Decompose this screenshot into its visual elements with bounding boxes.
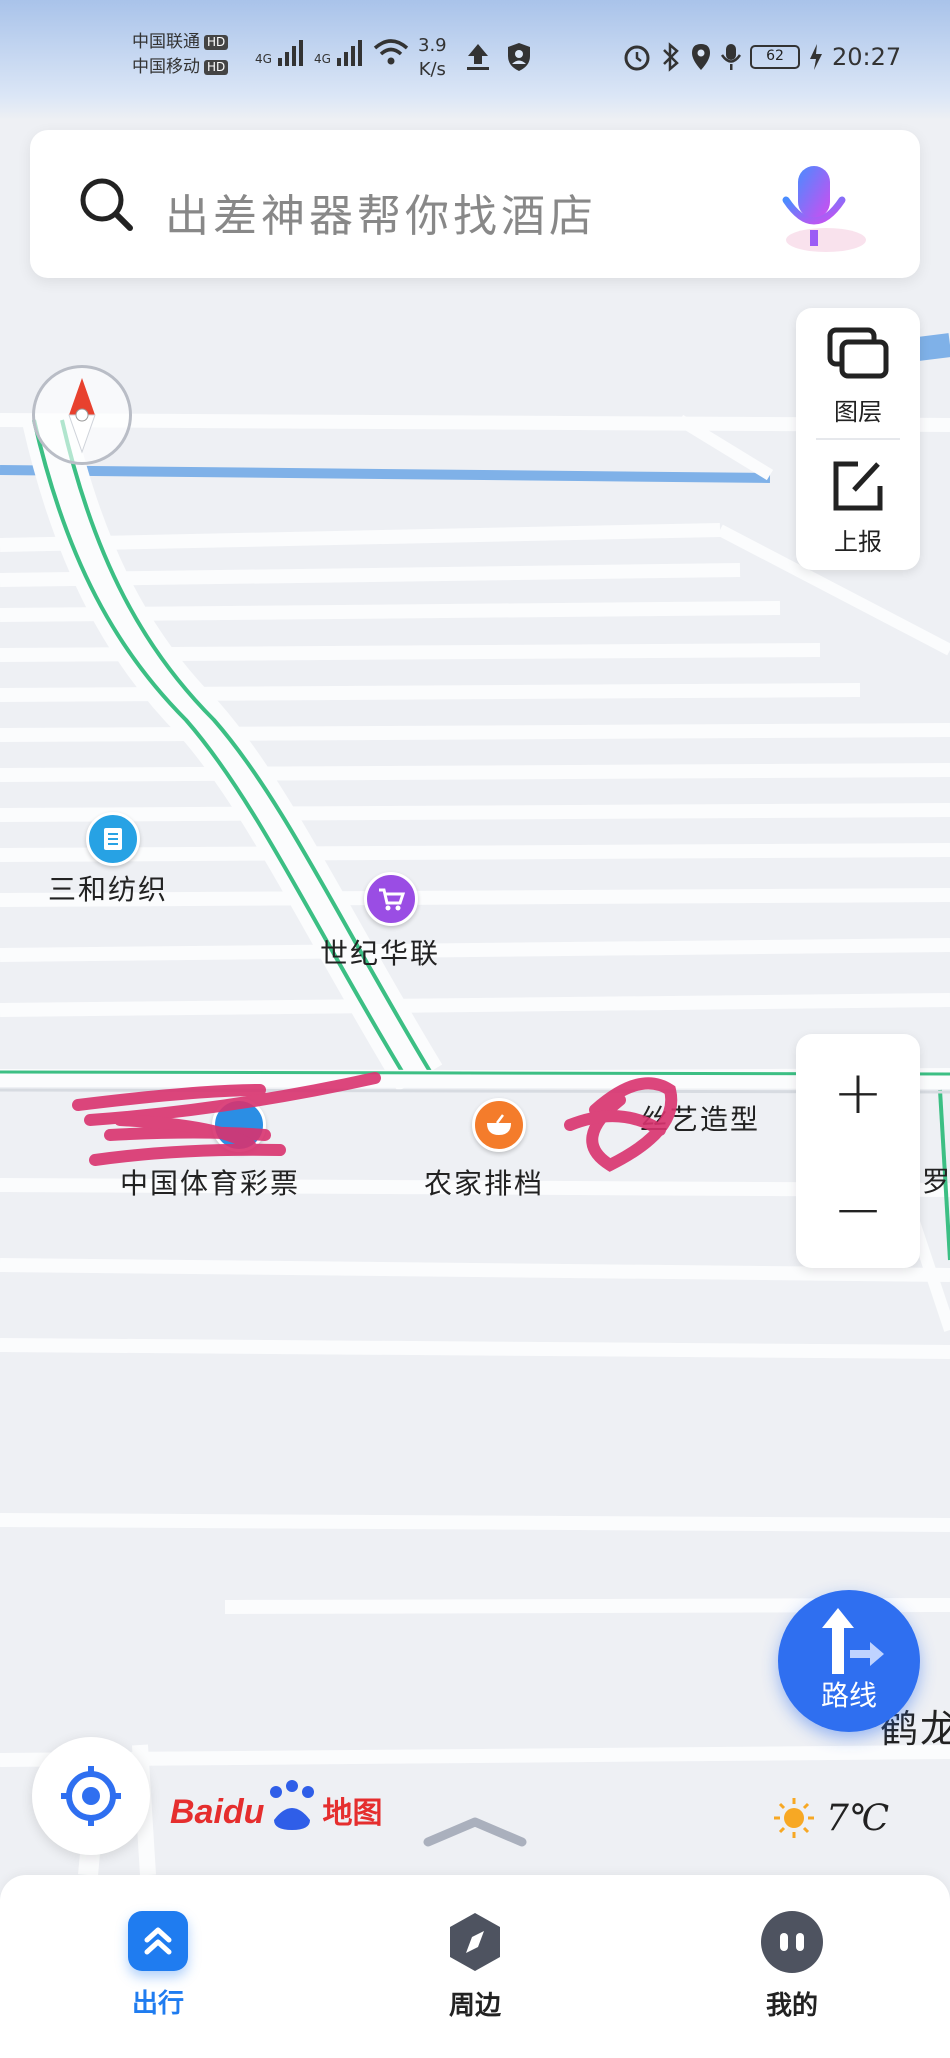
shopping-poi-icon[interactable]	[364, 872, 418, 926]
nav-label-nearby: 周边	[448, 1991, 501, 2021]
net-type-2: 4G	[313, 52, 331, 66]
paw-logo-icon	[270, 1780, 315, 1830]
search-icon	[80, 178, 133, 231]
panel-divider	[816, 438, 900, 440]
alarm-icon	[624, 45, 650, 71]
upload-icon	[467, 44, 489, 70]
temperature: 7℃	[826, 1797, 890, 1839]
battery-indicator: 62	[750, 45, 800, 69]
location-icon	[692, 44, 710, 70]
clock: 20:27	[832, 43, 902, 71]
status-right: 62 20:27	[622, 42, 901, 72]
edit-report-icon	[833, 461, 883, 511]
baidu-logo: Baidu 地图	[170, 1780, 382, 1832]
charging-icon	[810, 44, 822, 70]
battery-level: 62	[766, 48, 784, 64]
nav-item-nearby[interactable]: 周边	[395, 1911, 555, 2022]
redaction-scribble	[72, 1072, 678, 1172]
report-label: 上报	[834, 528, 882, 556]
bottom-navigation: 出行 周边 我的	[0, 1875, 950, 2058]
signal-icon	[277, 40, 303, 66]
shield-icon	[508, 43, 530, 71]
nav-item-mine[interactable]: 我的	[712, 1911, 872, 2022]
carrier-info: 中国联通 HD 中国移动 HD	[132, 30, 229, 80]
report-button[interactable]: 上报	[796, 442, 920, 570]
compass[interactable]	[32, 365, 132, 465]
poi-label-sanhe[interactable]: 三和纺织	[48, 868, 168, 908]
carrier-2: 中国移动	[132, 57, 200, 77]
compass-needle-icon	[68, 378, 96, 454]
signal-icon	[336, 40, 362, 66]
layers-label: 图层	[834, 398, 882, 426]
nav-label-travel: 出行	[131, 1989, 184, 2019]
route-arrow-icon	[822, 1608, 884, 1674]
locate-icon	[61, 1766, 121, 1826]
network-speed: 3.9 K/s	[418, 34, 447, 82]
search-bar[interactable]: 出差神器帮你找酒店	[30, 130, 920, 278]
map-tools-panel: 图层 上报	[796, 308, 920, 570]
nav-label-mine: 我的	[765, 1991, 818, 2021]
weather-widget[interactable]: 7℃	[772, 1796, 889, 1840]
travel-icon	[128, 1911, 188, 1971]
wifi-icon	[373, 39, 409, 65]
compass-nearby-icon	[444, 1911, 506, 1973]
route-button[interactable]: 路线	[778, 1590, 920, 1732]
poi-label-shiji[interactable]: 世纪华联	[320, 932, 440, 972]
hd-badge-2: HD	[204, 59, 229, 75]
map-text: 地图	[322, 1796, 383, 1831]
speed-value: 3.9	[418, 35, 447, 56]
shopping-cart-icon	[379, 888, 405, 911]
layers-button[interactable]: 图层	[796, 308, 920, 436]
office-poi-icon[interactable]	[86, 812, 140, 866]
layers-icon	[827, 327, 889, 379]
signal-icons: 4G 4G	[255, 38, 409, 66]
speed-unit: K/s	[418, 59, 446, 80]
bluetooth-icon	[663, 42, 679, 72]
carrier-1: 中国联通	[132, 32, 200, 52]
hd-badge-1: HD	[204, 34, 229, 50]
nav-item-travel[interactable]: 出行	[78, 1911, 238, 2020]
net-type-1: 4G	[255, 52, 272, 66]
voice-search-icon[interactable]	[768, 160, 868, 260]
building-icon	[104, 828, 122, 850]
sun-icon	[774, 1798, 814, 1838]
microphone-icon	[720, 44, 742, 70]
baidu-text: Baidu	[170, 1793, 265, 1831]
profile-icon	[761, 1911, 823, 1973]
locate-me-button[interactable]	[32, 1737, 150, 1855]
route-label: 路线	[820, 1679, 877, 1712]
chevron-up-icon[interactable]	[420, 1812, 530, 1852]
search-input[interactable]: 出差神器帮你找酒店	[165, 180, 597, 244]
